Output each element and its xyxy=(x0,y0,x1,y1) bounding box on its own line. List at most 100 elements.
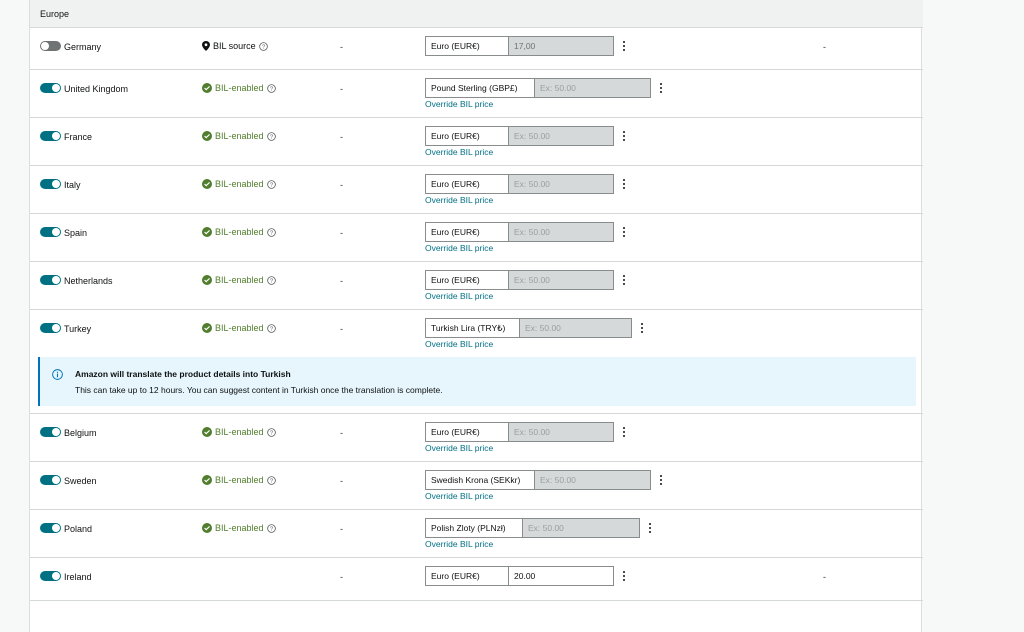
france-toggle[interactable] xyxy=(40,131,61,141)
help-icon[interactable]: ? xyxy=(266,131,276,141)
turkey-toggle[interactable] xyxy=(40,323,61,333)
bil-status: BIL-enabled ? xyxy=(202,179,276,189)
more-options-icon[interactable] xyxy=(655,78,667,98)
more-options-icon[interactable] xyxy=(618,222,630,242)
price-input[interactable]: Ex: 50.00 xyxy=(535,78,651,98)
country-name: Germany xyxy=(64,42,102,52)
country-name: Spain xyxy=(64,228,88,238)
placeholder-dash: - xyxy=(340,476,343,486)
placeholder-dash: - xyxy=(340,572,343,582)
more-options-icon[interactable] xyxy=(618,126,630,146)
price-input[interactable]: Ex: 50.00 xyxy=(535,470,651,490)
override-bil-price-link[interactable]: Override BIL price xyxy=(425,147,493,157)
marketplace-row-spain: Spain BIL-enabled ? - Euro (EUR€) Ex: 50… xyxy=(30,214,923,262)
bil-status: BIL-enabled ? xyxy=(202,427,276,437)
marketplace-row-germany: Germany BIL source ? - Euro (EUR€) 17,00… xyxy=(30,28,923,70)
check-circle-icon xyxy=(202,523,212,533)
status-label: BIL-enabled xyxy=(215,179,264,189)
country-name: Turkey xyxy=(64,324,92,334)
override-bil-price-link[interactable]: Override BIL price xyxy=(425,291,493,301)
price-field-group: Euro (EUR€) 17,00 xyxy=(425,36,630,56)
status-label: BIL-enabled xyxy=(215,475,264,485)
germany-toggle[interactable] xyxy=(40,41,61,51)
help-icon[interactable]: ? xyxy=(266,83,276,93)
more-options-icon[interactable] xyxy=(644,518,656,538)
override-bil-price-link[interactable]: Override BIL price xyxy=(425,243,493,253)
marketplace-row-sweden: Sweden BIL-enabled ? - Swedish Krona (SE… xyxy=(30,462,923,510)
price-input[interactable]: Ex: 50.00 xyxy=(523,518,640,538)
poland-toggle[interactable] xyxy=(40,523,61,533)
currency-select[interactable]: Euro (EUR€) xyxy=(425,566,509,586)
more-options-icon[interactable] xyxy=(618,422,630,442)
price-input[interactable]: Ex: 50.00 xyxy=(509,222,614,242)
help-icon[interactable]: ? xyxy=(266,323,276,333)
override-bil-price-link[interactable]: Override BIL price xyxy=(425,491,493,501)
status-label: BIL-enabled xyxy=(215,227,264,237)
help-icon[interactable]: ? xyxy=(266,475,276,485)
help-icon[interactable]: ? xyxy=(266,523,276,533)
currency-select[interactable]: Euro (EUR€) xyxy=(425,174,509,194)
more-options-icon[interactable] xyxy=(655,470,667,490)
ireland-toggle[interactable] xyxy=(40,571,61,581)
override-bil-price-link[interactable]: Override BIL price xyxy=(425,443,493,453)
more-options-icon[interactable] xyxy=(618,36,630,56)
override-bil-price-link[interactable]: Override BIL price xyxy=(425,339,493,349)
translation-info-alert: Amazon will translate the product detail… xyxy=(38,357,916,406)
currency-select[interactable]: Euro (EUR€) xyxy=(425,36,509,56)
bil-status: BIL-enabled ? xyxy=(202,131,276,141)
price-input[interactable]: Ex: 50.00 xyxy=(509,270,614,290)
italy-toggle[interactable] xyxy=(40,179,61,189)
spain-toggle[interactable] xyxy=(40,227,61,237)
marketplace-row-united-kingdom: United Kingdom BIL-enabled ? - Pound Ste… xyxy=(30,70,923,118)
country-name: Ireland xyxy=(64,572,92,582)
trailing-dash: - xyxy=(823,572,826,582)
price-input[interactable]: Ex: 50.00 xyxy=(509,174,614,194)
sweden-toggle[interactable] xyxy=(40,475,61,485)
currency-select[interactable]: Euro (EUR€) xyxy=(425,422,509,442)
price-field-group: Euro (EUR€) 20.00 xyxy=(425,566,630,586)
currency-select[interactable]: Euro (EUR€) xyxy=(425,126,509,146)
override-bil-price-link[interactable]: Override BIL price xyxy=(425,539,493,549)
help-icon[interactable]: ? xyxy=(266,179,276,189)
currency-select[interactable]: Euro (EUR€) xyxy=(425,222,509,242)
help-icon[interactable]: ? xyxy=(266,227,276,237)
more-options-icon[interactable] xyxy=(618,270,630,290)
status-label: BIL-enabled xyxy=(215,323,264,333)
more-options-icon[interactable] xyxy=(618,174,630,194)
netherlands-toggle[interactable] xyxy=(40,275,61,285)
united-kingdom-toggle[interactable] xyxy=(40,83,61,93)
help-icon[interactable]: ? xyxy=(266,427,276,437)
price-input[interactable]: Ex: 50.00 xyxy=(509,126,614,146)
price-field-group: Swedish Krona (SEKkr) Ex: 50.00 xyxy=(425,470,667,490)
price-input[interactable]: 20.00 xyxy=(509,566,614,586)
price-field-group: Euro (EUR€) Ex: 50.00 xyxy=(425,422,630,442)
bil-status: BIL-enabled ? xyxy=(202,227,276,237)
status-label: BIL-enabled xyxy=(215,83,264,93)
price-input[interactable]: Ex: 50.00 xyxy=(520,318,632,338)
currency-select[interactable]: Turkish Lira (TRY₺) xyxy=(425,318,520,338)
country-name: Netherlands xyxy=(64,276,113,286)
trailing-dash: - xyxy=(823,42,826,52)
help-icon[interactable]: ? xyxy=(266,275,276,285)
belgium-toggle[interactable] xyxy=(40,427,61,437)
marketplace-row-netherlands: Netherlands BIL-enabled ? - Euro (EUR€) … xyxy=(30,262,923,310)
more-options-icon[interactable] xyxy=(636,318,648,338)
status-label: BIL-enabled xyxy=(215,523,264,533)
currency-select[interactable]: Polish Zloty (PLNzł) xyxy=(425,518,523,538)
marketplace-row-italy: Italy BIL-enabled ? - Euro (EUR€) Ex: 50… xyxy=(30,166,923,214)
bil-status: BIL-enabled ? xyxy=(202,83,276,93)
currency-select[interactable]: Swedish Krona (SEKkr) xyxy=(425,470,535,490)
help-icon[interactable]: ? xyxy=(258,41,268,51)
placeholder-dash: - xyxy=(340,276,343,286)
override-bil-price-link[interactable]: Override BIL price xyxy=(425,195,493,205)
check-circle-icon xyxy=(202,179,212,189)
more-options-icon[interactable] xyxy=(618,566,630,586)
price-field-group: Pound Sterling (GBP£) Ex: 50.00 xyxy=(425,78,667,98)
country-name: Italy xyxy=(64,180,81,190)
price-input[interactable]: 17,00 xyxy=(509,36,614,56)
price-input[interactable]: Ex: 50.00 xyxy=(509,422,614,442)
currency-select[interactable]: Euro (EUR€) xyxy=(425,270,509,290)
override-bil-price-link[interactable]: Override BIL price xyxy=(425,99,493,109)
placeholder-dash: - xyxy=(340,524,343,534)
currency-select[interactable]: Pound Sterling (GBP£) xyxy=(425,78,535,98)
